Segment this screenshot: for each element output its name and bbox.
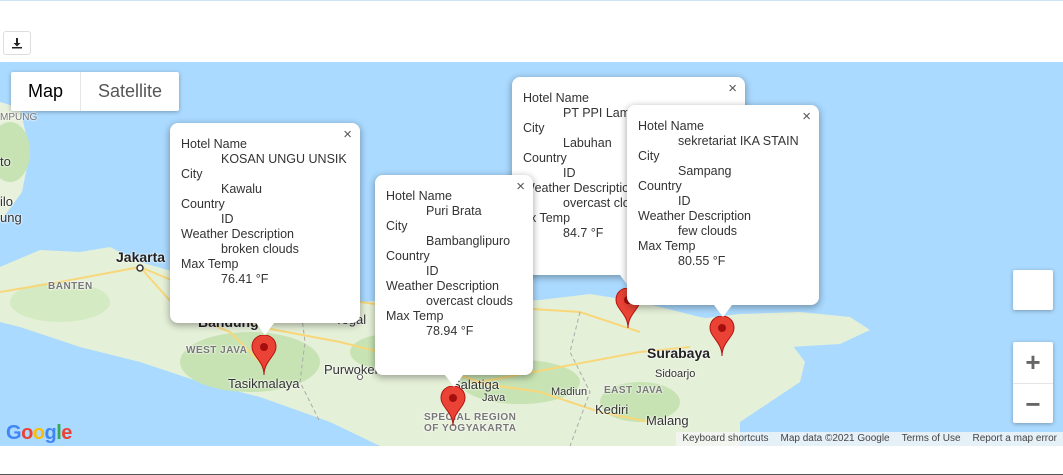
bottom-spacer <box>0 446 1063 475</box>
place-label-edge-3: ung <box>0 210 22 225</box>
place-label-banten: BANTEN <box>48 281 93 292</box>
info-label: Hotel Name <box>638 119 704 133</box>
hotel-info: Hotel Name KOSAN UNGU UNSIK City Kawalu … <box>181 137 348 287</box>
map-type-satellite-button[interactable]: Satellite <box>80 72 179 111</box>
hotel-max-temp: 80.55 °F <box>678 254 726 268</box>
keyboard-shortcuts-link[interactable]: Keyboard shortcuts <box>676 432 774 446</box>
hotel-city: Bambanglipuro <box>426 234 511 248</box>
hotel-city: Sampang <box>678 164 732 178</box>
map-marker-pin[interactable] <box>251 335 277 375</box>
hotel-info: Hotel Name Puri Brata City Bambanglipuro… <box>386 189 521 339</box>
place-label-tasikmalaya: Tasikmalaya <box>228 376 300 391</box>
place-label-malang: Malang <box>646 413 689 428</box>
notebook-toolbar <box>0 0 1063 62</box>
map-type-control: Map Satellite <box>11 72 180 111</box>
hotel-country: ID <box>221 212 234 226</box>
place-label-edge-2: ilo <box>0 194 14 209</box>
close-icon[interactable]: × <box>802 108 811 125</box>
map-canvas[interactable]: Map Satellite MPUNG to ilo ung Jakarta B… <box>0 62 1063 446</box>
place-label-sidoarjo: Sidoarjo <box>655 368 696 380</box>
place-label-east-java: EAST JAVA <box>604 385 664 396</box>
hotel-city: Kawalu <box>221 182 262 196</box>
place-label-lampung: MPUNG <box>0 112 38 123</box>
info-window: × Hotel Name sekretariat IKA STAIN City … <box>627 105 819 317</box>
close-icon[interactable]: × <box>516 178 525 195</box>
fullscreen-button[interactable] <box>1013 270 1053 310</box>
place-label-kediri: Kediri <box>595 402 629 417</box>
map-marker-pin[interactable] <box>440 386 466 426</box>
map-marker-pin[interactable] <box>709 316 735 356</box>
map-type-map-button[interactable]: Map <box>11 72 80 111</box>
place-label-surabaya: Surabaya <box>647 345 711 361</box>
place-label-java: Java <box>482 392 506 404</box>
terms-of-use-link[interactable]: Terms of Use <box>896 432 967 446</box>
info-label: Max Temp <box>386 309 444 323</box>
close-icon[interactable]: × <box>343 126 352 143</box>
hotel-weather: overcast clouds <box>426 294 513 308</box>
place-label-special-region-2: OF YOGYAKARTA <box>424 423 517 434</box>
info-label: Max Temp <box>638 239 696 253</box>
place-label-special-region-1: SPECIAL REGION <box>424 412 517 423</box>
download-button[interactable] <box>3 31 31 55</box>
download-icon <box>12 38 22 49</box>
zoom-control: + − <box>1013 342 1053 423</box>
hotel-name: KOSAN UNGU UNSIK <box>221 152 347 166</box>
hotel-country: ID <box>678 194 691 208</box>
info-label: City <box>638 149 660 163</box>
info-window: × Hotel Name Puri Brata City Bambanglipu… <box>375 175 533 387</box>
map-attribution: Keyboard shortcuts Map data ©2021 Google… <box>676 432 1063 446</box>
place-label-madiun: Madiun <box>551 386 588 398</box>
google-logo[interactable]: Google <box>6 422 72 445</box>
hotel-name: Puri Brata <box>426 204 482 218</box>
hotel-country: ID <box>426 264 439 278</box>
hotel-max-temp: 76.41 °F <box>221 272 269 286</box>
place-label-edge-1: to <box>0 154 11 169</box>
info-window: × Hotel Name KOSAN UNGU UNSIK City Kawal… <box>170 123 360 335</box>
info-label: Max Temp <box>181 257 239 271</box>
info-label: City <box>181 167 203 181</box>
place-label-jakarta: Jakarta <box>116 249 166 265</box>
hotel-max-temp: 78.94 °F <box>426 324 474 338</box>
report-map-error-link[interactable]: Report a map error <box>967 432 1063 446</box>
info-label: Weather Description <box>386 279 500 293</box>
hotel-info: Hotel Name sekretariat IKA STAIN City Sa… <box>638 119 807 269</box>
info-label: Hotel Name <box>181 137 247 151</box>
info-label: Country <box>181 197 225 211</box>
info-label: Country <box>638 179 682 193</box>
info-label: City <box>386 219 408 233</box>
close-icon[interactable]: × <box>728 80 737 97</box>
zoom-out-button[interactable]: − <box>1013 383 1053 424</box>
hotel-name: sekretariat IKA STAIN <box>678 134 799 148</box>
hotel-weather: few clouds <box>678 224 738 238</box>
hotel-weather: broken clouds <box>221 242 299 256</box>
place-label-west-java: WEST JAVA <box>186 345 248 356</box>
map-data-text: Map data ©2021 Google <box>780 433 890 444</box>
zoom-in-button[interactable]: + <box>1013 342 1053 382</box>
info-label: Hotel Name <box>386 189 452 203</box>
info-label: Country <box>386 249 430 263</box>
info-label: Hotel Name <box>523 91 589 105</box>
info-label: Weather Description <box>181 227 295 241</box>
info-label: Weather Description <box>638 209 752 223</box>
